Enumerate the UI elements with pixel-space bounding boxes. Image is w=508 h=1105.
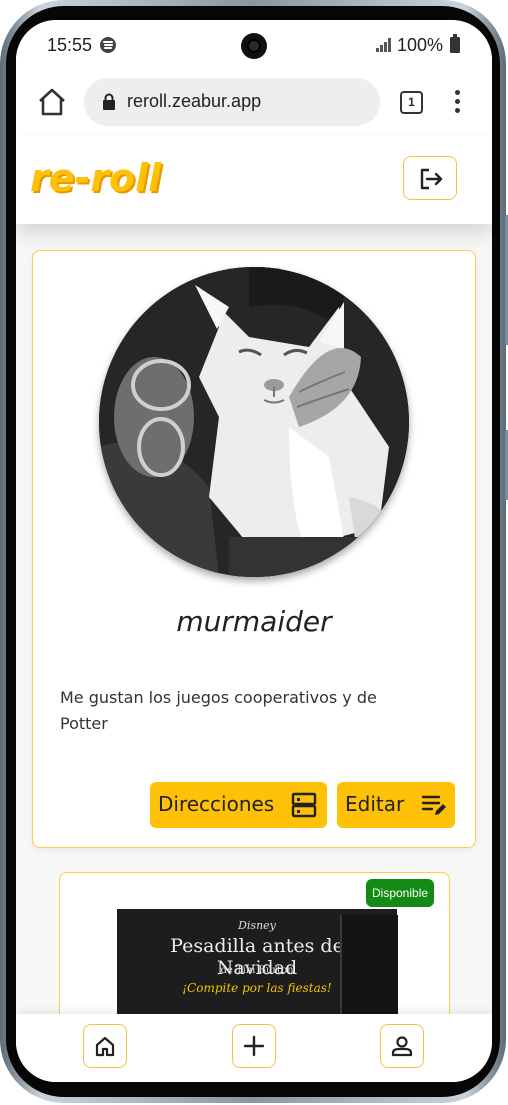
tab-switcher-button[interactable]: 1 [400, 91, 423, 114]
availability-badge: Disponible [366, 879, 435, 907]
add-icon [243, 1035, 265, 1057]
logout-icon [420, 168, 443, 190]
edit-profile-button[interactable]: Editar [337, 782, 455, 828]
nav-add-button[interactable] [232, 1024, 276, 1068]
profile-icon [391, 1036, 413, 1057]
url-text: reroll.zeabur.app [127, 91, 262, 111]
app-header: re-roll [16, 136, 492, 224]
app-logo[interactable]: re-roll [30, 156, 161, 200]
status-bar: 15:55 100% [16, 20, 492, 70]
addresses-button-label: Direcciones [158, 792, 275, 816]
avatar-photo [99, 267, 409, 577]
home-icon [39, 88, 65, 116]
dns-icon [291, 792, 317, 818]
bottom-navigation [16, 1014, 492, 1082]
profile-card: murmaider Me gustan los juegos cooperati… [32, 250, 476, 848]
battery-icon [450, 34, 460, 53]
camera-cutout [241, 33, 267, 59]
nav-profile-button[interactable] [380, 1024, 424, 1068]
addresses-button[interactable]: Direcciones [150, 782, 327, 828]
edit-list-icon [421, 795, 446, 815]
url-bar[interactable]: reroll.zeabur.app [84, 78, 380, 126]
lock-icon [103, 93, 115, 110]
more-vert-icon[interactable] [448, 88, 468, 116]
signal-icon [376, 38, 394, 52]
edit-button-label: Editar [345, 792, 405, 816]
browser-home-button[interactable] [34, 84, 70, 120]
browser-toolbar: reroll.zeabur.app 1 [16, 70, 492, 136]
logout-button[interactable] [403, 156, 457, 200]
status-time: 15:55 [47, 35, 93, 55]
phone-screen: 15:55 100% reroll.zeabur.app 1 re-roll m… [16, 20, 492, 1082]
profile-username: murmaider [176, 605, 332, 638]
profile-bio: Me gustan los juegos cooperativos y de P… [60, 688, 377, 733]
nav-home-button[interactable] [83, 1024, 127, 1068]
home-icon [95, 1036, 115, 1057]
avatar [99, 267, 409, 577]
battery-percent: 100% [397, 35, 444, 55]
spotify-icon [100, 37, 116, 53]
